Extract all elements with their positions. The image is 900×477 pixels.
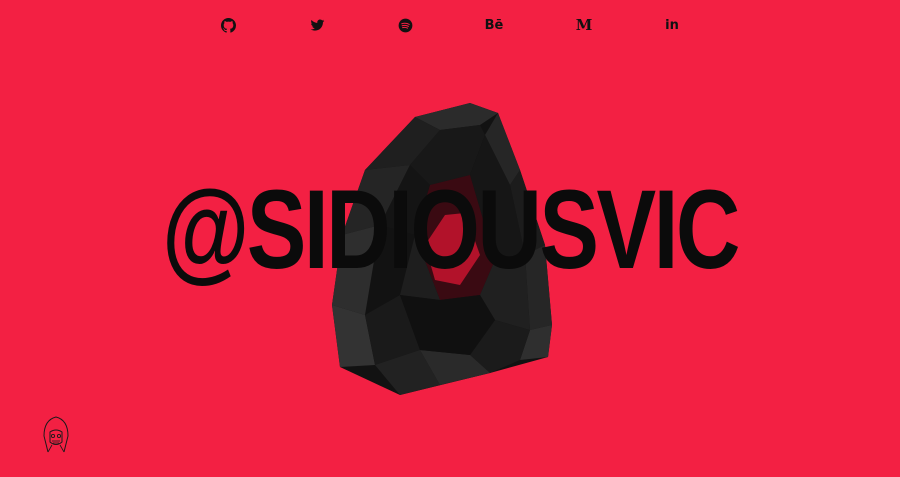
hero: @SIDIOUSVIC [0, 0, 900, 477]
hooded-sith-logo-icon [43, 416, 69, 453]
handle-title: @SIDIOUSVIC [162, 167, 740, 293]
corner-logo-link[interactable] [40, 414, 72, 454]
page: Bē M in @SIDIOUSVIC [0, 0, 900, 477]
